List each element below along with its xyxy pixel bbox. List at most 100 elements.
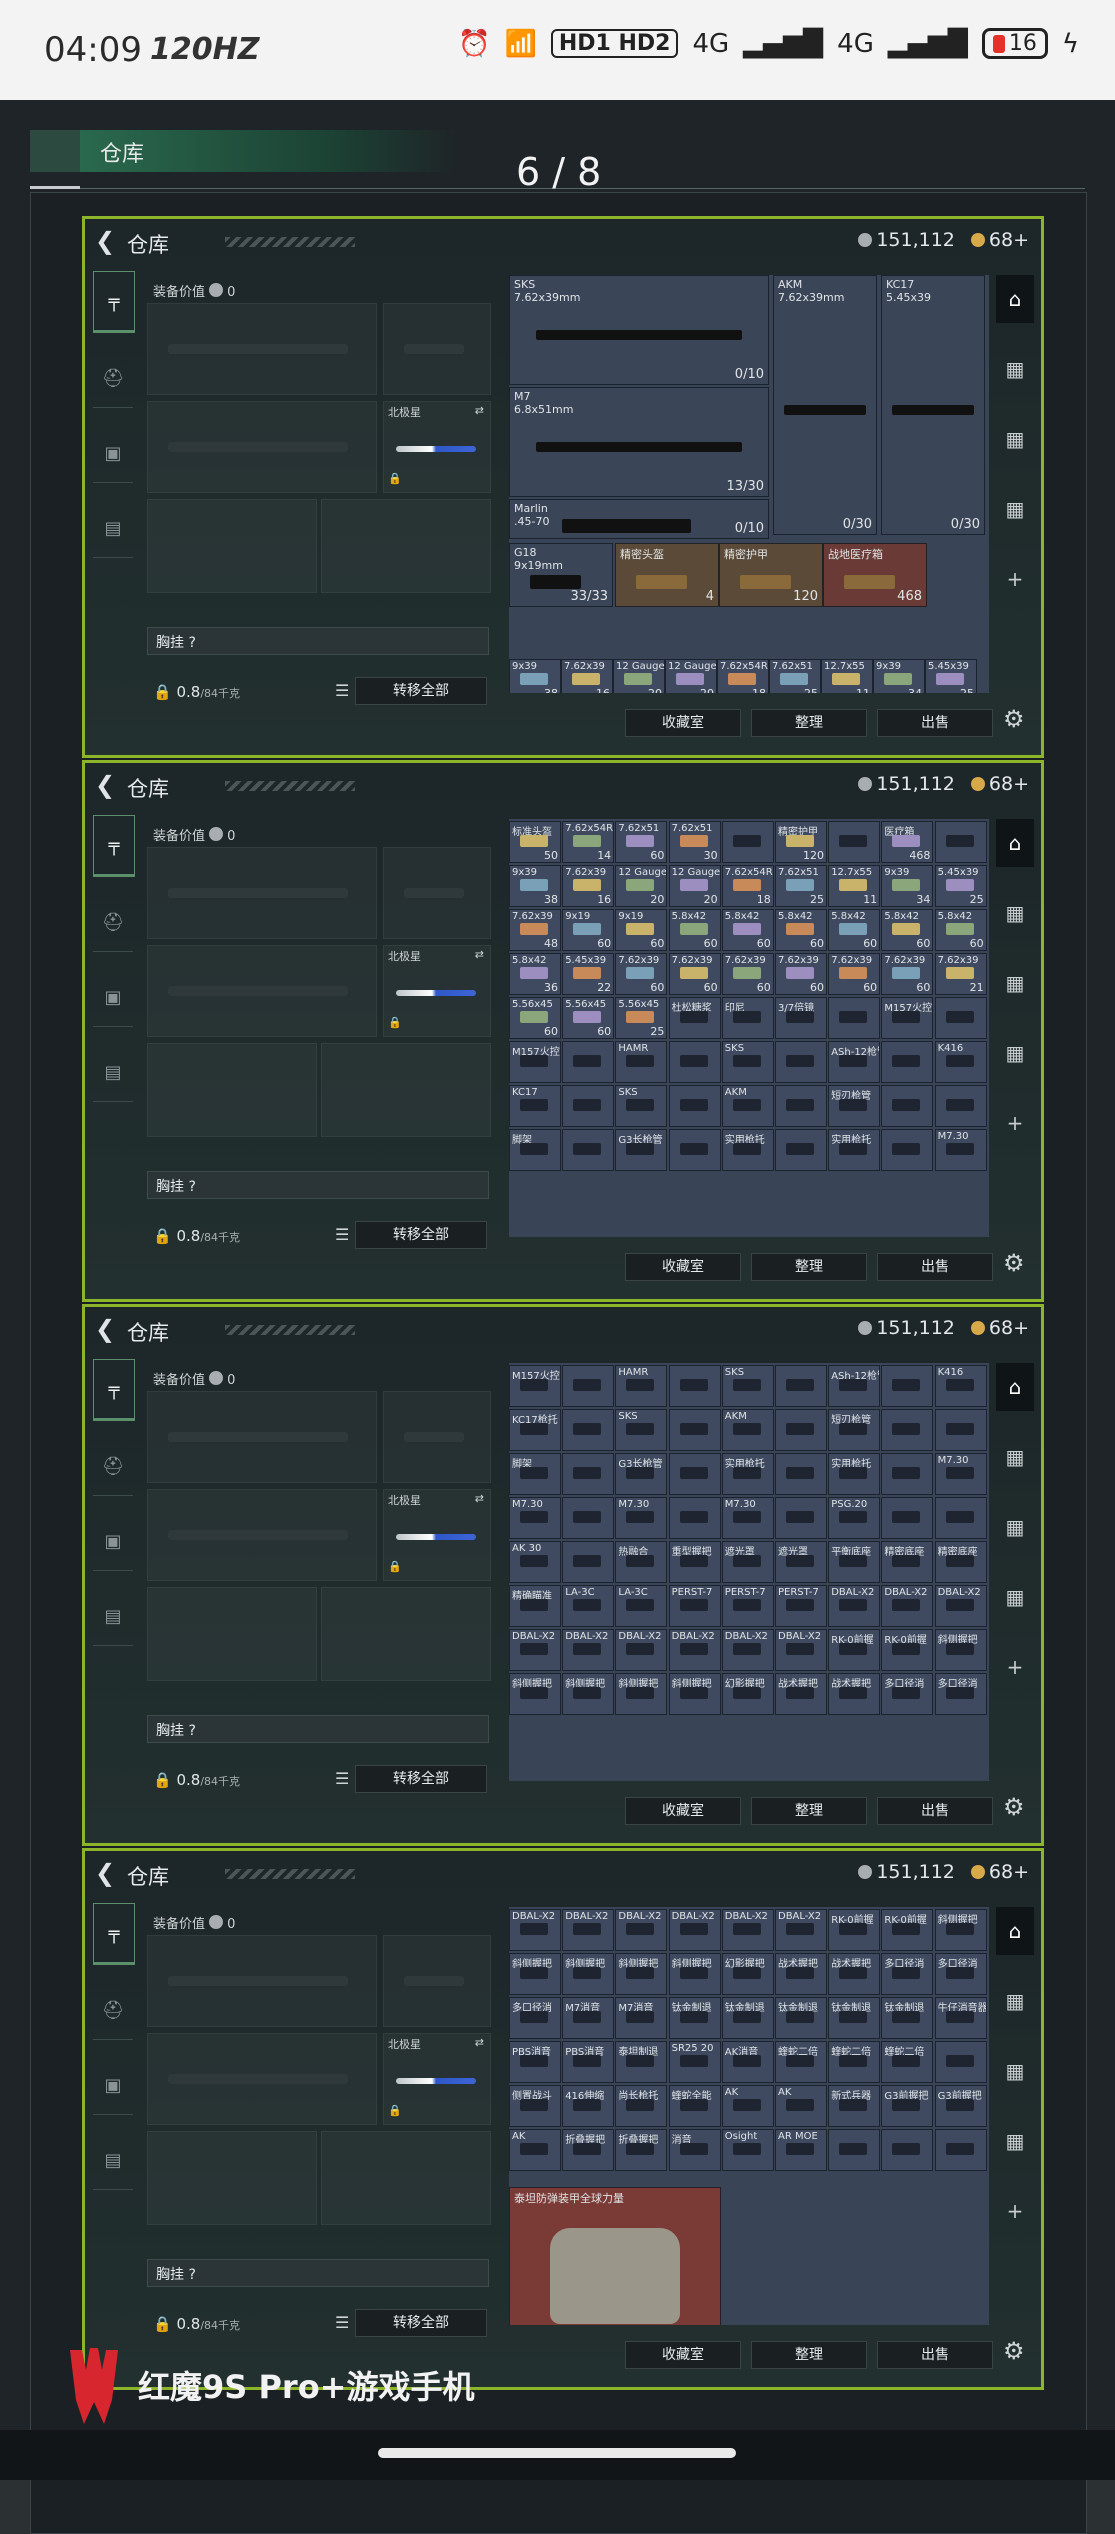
inventory-cell[interactable]: 斜侧握把	[509, 1953, 561, 1995]
inventory-cell[interactable]: 牛仔消音器	[934, 1997, 987, 2039]
inventory-cell[interactable]: 新式兵器	[828, 2085, 881, 2127]
inventory-cell[interactable]: 多口径消	[881, 1953, 934, 1995]
inventory-cell[interactable]	[881, 1085, 934, 1127]
inventory-cell[interactable]	[668, 1453, 721, 1495]
tab-vest-icon[interactable]: ▣	[93, 2056, 133, 2115]
stash-icon[interactable]: ⌂	[996, 1907, 1034, 1955]
inventory-cell[interactable]: DBAL-X2	[668, 1629, 721, 1671]
inventory-item[interactable]: 精密护甲 120	[719, 543, 823, 607]
sort-button[interactable]: 整理	[751, 1253, 867, 1281]
inventory-cell[interactable]: 折叠握把	[562, 2129, 615, 2171]
tab-weapons-icon[interactable]: ╤	[93, 1903, 135, 1965]
inventory-cell[interactable]	[934, 2129, 987, 2171]
inventory-cell[interactable]	[775, 1041, 827, 1083]
inventory-cell[interactable]: 5.8x42 60	[828, 909, 881, 951]
stash-icon[interactable]: ⌂	[996, 819, 1034, 867]
inventory-cell[interactable]: AK	[775, 2085, 827, 2127]
gold-currency[interactable]: 68+	[970, 773, 1029, 795]
tab-weapons-icon[interactable]: ╤	[93, 1359, 135, 1421]
inventory-cell[interactable]: 416伸缩	[562, 2085, 615, 2127]
inventory-cell[interactable]: DBAL-X2	[615, 1629, 668, 1671]
inventory-cell[interactable]: 7.62x51 25	[775, 865, 827, 907]
secondary-weapon-slot[interactable]	[147, 2033, 377, 2125]
helmet-slot[interactable]	[147, 1587, 317, 1681]
inventory-cell[interactable]: 脚架	[509, 1453, 561, 1495]
list-icon[interactable]: ☰	[335, 2313, 349, 2332]
pistol-slot[interactable]	[383, 847, 491, 939]
inventory-cell[interactable]: 5.8x42 60	[775, 909, 827, 951]
inventory-cell[interactable]	[881, 1365, 934, 1407]
inventory-cell[interactable]	[775, 1453, 827, 1495]
inventory-cell[interactable]	[881, 2129, 934, 2171]
inventory-cell[interactable]: 7.62x39 60	[828, 953, 881, 995]
inventory-cell[interactable]: 5.45x39 25	[934, 865, 987, 907]
inventory-cell[interactable]: 蝰蛇二倍	[775, 2041, 827, 2083]
inventory-cell[interactable]: 5.8x42 60	[934, 909, 987, 951]
gold-currency[interactable]: 68+	[970, 1861, 1029, 1883]
back-icon[interactable]: ❮	[95, 1859, 115, 1887]
inventory-cell[interactable]: 多口径消	[934, 1673, 987, 1715]
settings-gear-icon[interactable]: ⚙	[1003, 1249, 1025, 1277]
primary-weapon-slot[interactable]	[147, 847, 377, 939]
primary-weapon-slot[interactable]	[147, 1935, 377, 2027]
inventory-cell[interactable]: 幻影握把	[721, 1673, 774, 1715]
inventory-cell[interactable]: M7消音	[562, 1997, 615, 2039]
armor-slot[interactable]	[321, 1043, 491, 1137]
inventory-cell[interactable]: 平衡底座	[828, 1541, 881, 1583]
inventory-cell[interactable]: 斜侧握把	[509, 1673, 561, 1715]
inventory-cell[interactable]: 精密护甲 120	[775, 821, 827, 863]
storage-room-button[interactable]: 收藏室	[625, 1253, 741, 1281]
inventory-cell[interactable]: 战术握把	[828, 1673, 881, 1715]
inventory-cell[interactable]: DBAL-X2	[509, 1909, 561, 1951]
inventory-cell[interactable]: 折叠握把	[615, 2129, 668, 2171]
armor-slot[interactable]	[321, 1587, 491, 1681]
inventory-cell[interactable]: PERST-7	[668, 1585, 721, 1627]
inventory-cell[interactable]	[934, 1409, 987, 1451]
inventory-cell[interactable]: M157火控	[509, 1041, 561, 1083]
inventory-cell[interactable]: 5.56x45 60	[562, 997, 615, 1039]
inventory-cell[interactable]: 斜侧握把	[668, 1953, 721, 1995]
inventory-cell[interactable]	[721, 821, 774, 863]
inventory-cell[interactable]	[775, 1497, 827, 1539]
melee-slot[interactable]: 北极星 ⇄ 🔒	[383, 945, 491, 1037]
inventory-cell[interactable]: KC17	[509, 1085, 561, 1127]
inventory-cell[interactable]: 7.62x51 60	[615, 821, 668, 863]
inventory-cell[interactable]: 7.62x54R 18	[721, 865, 774, 907]
inventory-cell[interactable]: 杜松糖浆	[668, 997, 721, 1039]
transfer-all-button[interactable]: 转移全部	[355, 1221, 487, 1249]
inventory-cell[interactable]	[828, 2129, 881, 2171]
inventory-cell[interactable]: 热融合	[615, 1541, 668, 1583]
inventory-cell[interactable]: 斜侧握把	[668, 1673, 721, 1715]
sell-button[interactable]: 出售	[877, 2341, 993, 2369]
gold-currency[interactable]: 68+	[970, 1317, 1029, 1339]
inventory-item[interactable]: SKS 7.62x39mm 0/10	[509, 275, 769, 385]
inventory-cell[interactable]: 5.8x42 60	[721, 909, 774, 951]
top-tab-bar[interactable]: 仓库	[30, 130, 460, 172]
inventory-cell[interactable]: 实用枪托	[721, 1129, 774, 1171]
inventory-cell[interactable]: Osight	[721, 2129, 774, 2171]
inventory-cell[interactable]: 7.62x51 30	[668, 821, 721, 863]
tab-helmet-icon[interactable]: ⛑	[93, 893, 133, 952]
inventory-cell[interactable]: 7.62x39 16	[562, 865, 615, 907]
inventory-cell[interactable]	[828, 821, 881, 863]
inventory-cell[interactable]: 钛金制退	[668, 1997, 721, 2039]
inventory-cell[interactable]: 钛金制退	[828, 1997, 881, 2039]
inventory-cell[interactable]: 9x39 38	[509, 659, 561, 693]
inventory-cell[interactable]: K416	[934, 1041, 987, 1083]
qr-icon-1[interactable]: ▦	[996, 889, 1034, 937]
list-icon[interactable]: ☰	[335, 1769, 349, 1788]
inventory-cell[interactable]: M7.30	[721, 1497, 774, 1539]
inventory-item[interactable]: M7 6.8x51mm 13/30	[509, 387, 769, 497]
inventory-cell[interactable]: AKM	[721, 1409, 774, 1451]
inventory-cell[interactable]	[562, 1409, 615, 1451]
stash-icon[interactable]: ⌂	[996, 275, 1034, 323]
inventory-cell[interactable]	[668, 1041, 721, 1083]
inventory-cell[interactable]: M7.30	[509, 1497, 561, 1539]
inventory-cell[interactable]	[562, 1365, 615, 1407]
pistol-slot[interactable]	[383, 1935, 491, 2027]
chest-rig-slot[interactable]: 胸挂 ?	[147, 1171, 489, 1199]
inventory-cell[interactable]: ASh-12枪管	[828, 1041, 881, 1083]
inventory-cell[interactable]: M7消音	[615, 1997, 668, 2039]
sell-button[interactable]: 出售	[877, 709, 993, 737]
inventory-cell[interactable]	[934, 2041, 987, 2083]
